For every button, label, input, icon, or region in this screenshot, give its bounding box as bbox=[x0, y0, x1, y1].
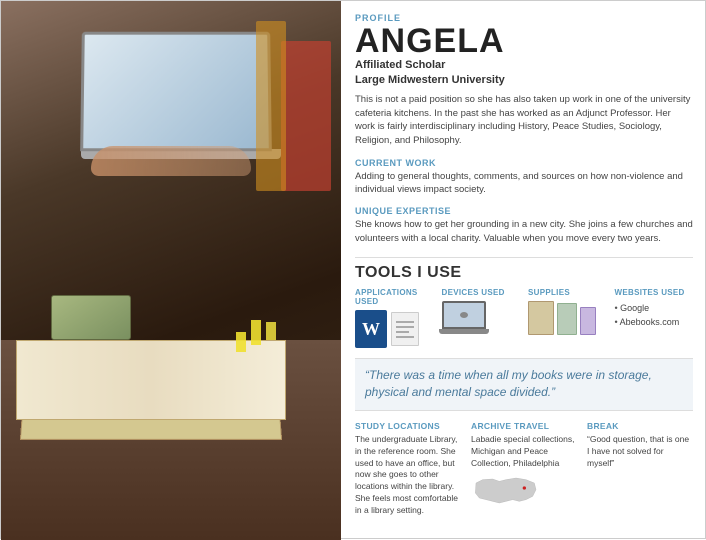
archive-travel-col: ARCHIVE TRAVEL Labadie special collectio… bbox=[471, 421, 577, 519]
applications-col: APPLICATIONS USED W bbox=[355, 288, 434, 348]
quote-section: “There was a time when all my books were… bbox=[355, 358, 693, 411]
break-text: “Good question, that is one I have not s… bbox=[587, 434, 693, 470]
websites-label: WEBSITES USED bbox=[615, 288, 694, 297]
study-locations-label: STUDY LOCATIONS bbox=[355, 421, 461, 431]
profile-name: ANGELA bbox=[355, 24, 693, 58]
supplies-icons bbox=[528, 301, 607, 335]
unique-expertise-label: UNIQUE EXPERTISE bbox=[355, 206, 693, 216]
tools-section: TOOLS I USE APPLICATIONS USED W bbox=[355, 257, 693, 348]
applications-label: APPLICATIONS USED bbox=[355, 288, 434, 306]
applications-icons: W bbox=[355, 310, 434, 348]
websites-col: WEBSITES USED • Google • Abebooks.com bbox=[615, 288, 694, 348]
word-icon: W bbox=[355, 310, 387, 348]
profile-description: This is not a paid position so she has a… bbox=[355, 93, 693, 148]
bottom-row: STUDY LOCATIONS The undergraduate Librar… bbox=[355, 421, 693, 519]
supply-icon-1 bbox=[528, 301, 554, 335]
current-work-section: CURRENT WORK Adding to general thoughts,… bbox=[355, 158, 693, 197]
break-col: BREAK “Good question, that is one I have… bbox=[587, 421, 693, 519]
break-label: BREAK bbox=[587, 421, 693, 431]
website-item-1: • Google bbox=[615, 301, 694, 315]
quote-text: “There was a time when all my books were… bbox=[365, 367, 683, 402]
study-locations-col: STUDY LOCATIONS The undergraduate Librar… bbox=[355, 421, 461, 519]
devices-label: DEVICES USED bbox=[442, 288, 521, 297]
study-locations-text: The undergraduate Library, in the refere… bbox=[355, 434, 461, 517]
file-lines-icon bbox=[391, 312, 419, 346]
devices-col: DEVICES USED bbox=[442, 288, 521, 348]
website-list: • Google • Abebooks.com bbox=[615, 301, 694, 330]
archive-travel-label: ARCHIVE TRAVEL bbox=[471, 421, 577, 431]
profile-section: PROFILE ANGELA Affiliated Scholar Large … bbox=[355, 13, 693, 148]
tools-grid: APPLICATIONS USED W bbox=[355, 288, 693, 348]
photo-panel bbox=[1, 1, 341, 540]
website-item-2: • Abebooks.com bbox=[615, 315, 694, 329]
current-work-text: Adding to general thoughts, comments, an… bbox=[355, 170, 693, 197]
unique-expertise-text: She knows how to get her grounding in a … bbox=[355, 218, 693, 245]
content-panel: PROFILE ANGELA Affiliated Scholar Large … bbox=[341, 1, 706, 540]
profile-title: Affiliated Scholar Large Midwestern Univ… bbox=[355, 58, 693, 89]
supplies-label: SUPPLIES bbox=[528, 288, 607, 297]
archive-travel-text: Labadie special collections, Michigan an… bbox=[471, 434, 577, 470]
tools-title: TOOLS I USE bbox=[355, 264, 693, 282]
supply-icon-2 bbox=[557, 303, 577, 335]
current-work-label: CURRENT WORK bbox=[355, 158, 693, 168]
supply-icon-3 bbox=[580, 307, 596, 335]
unique-expertise-section: UNIQUE EXPERTISE She knows how to get he… bbox=[355, 206, 693, 245]
supplies-col: SUPPLIES bbox=[528, 288, 607, 348]
device-icon bbox=[442, 301, 521, 334]
usa-map-icon bbox=[471, 473, 541, 513]
